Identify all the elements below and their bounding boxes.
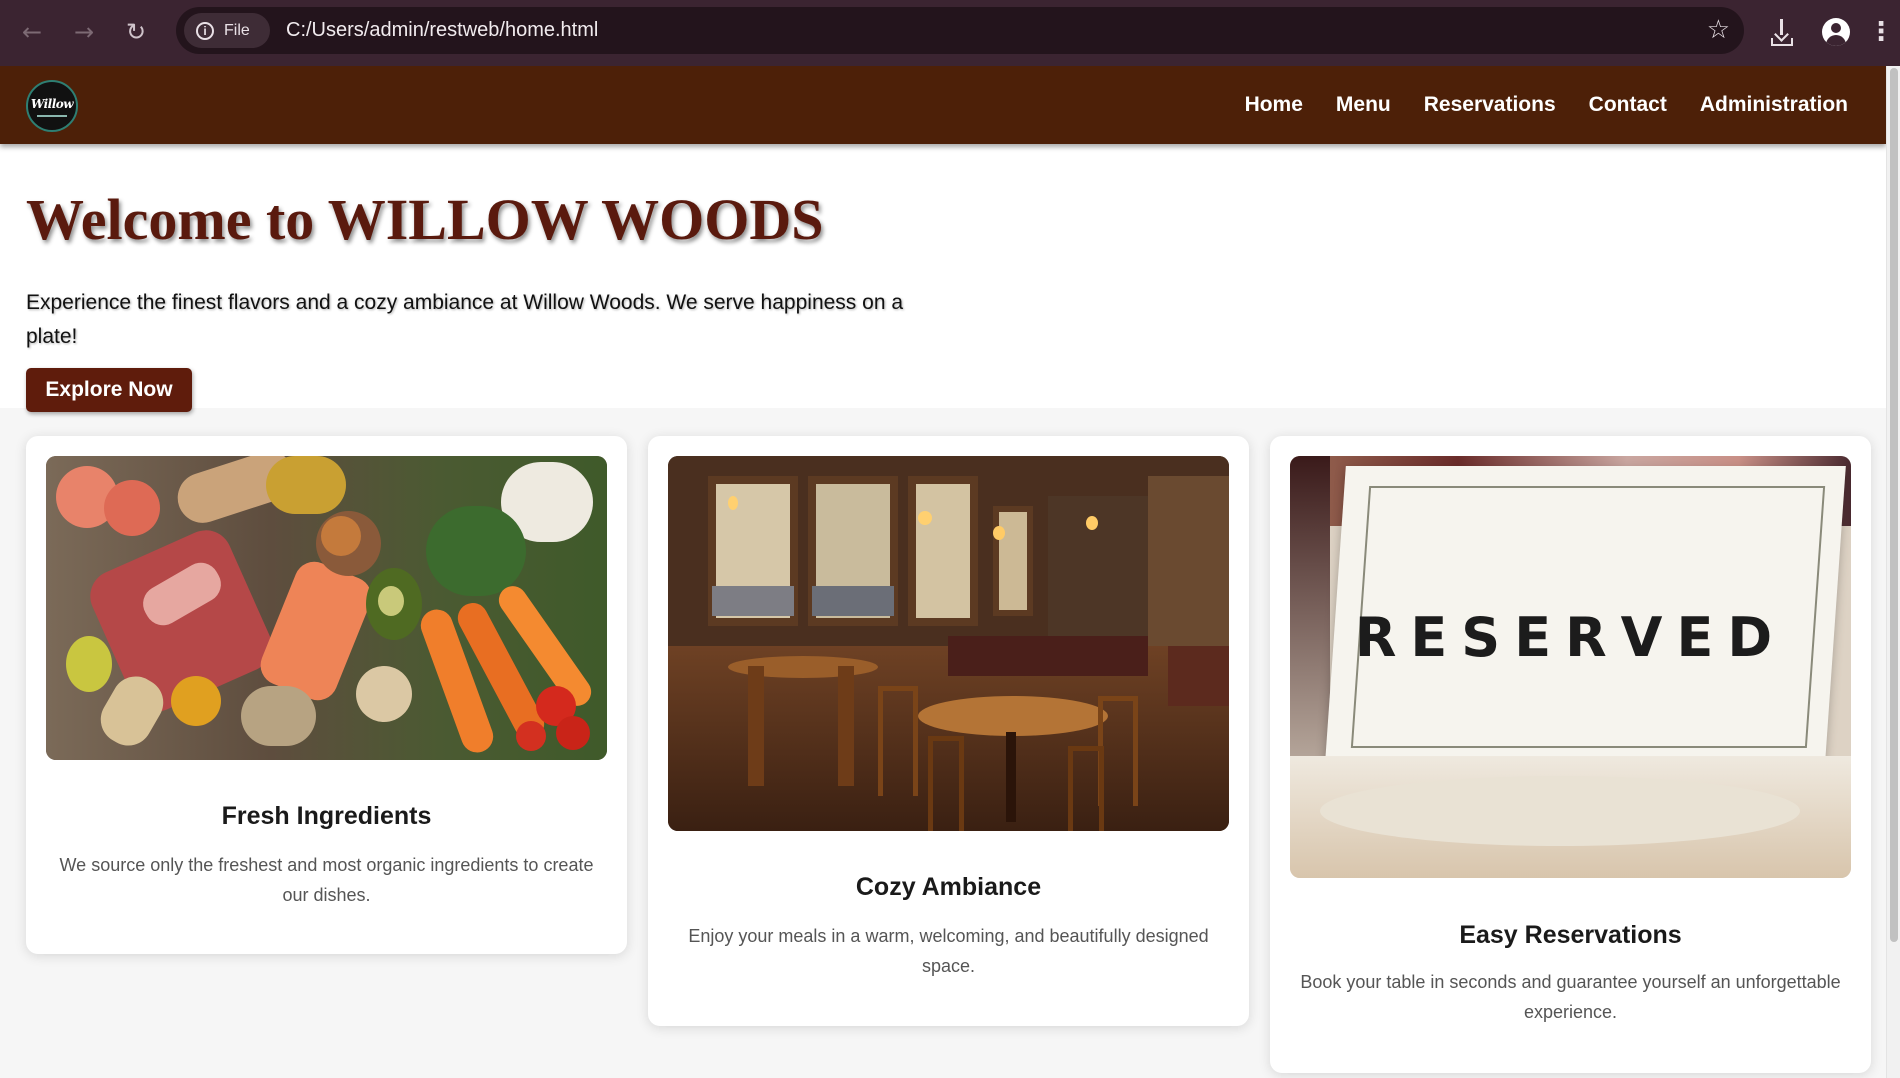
restaurant-logo[interactable]: Willow <box>26 80 78 132</box>
card-description: Book your table in seconds and guarantee… <box>1300 972 1841 1022</box>
download-icon[interactable] <box>1764 14 1800 50</box>
nav-link-home[interactable]: Home <box>1245 93 1303 117</box>
card-title: Cozy Ambiance <box>855 873 1042 901</box>
fresh-produce-photo <box>46 456 607 760</box>
card-description: We source only the freshest and most org… <box>59 855 594 905</box>
feature-card-cozy-ambiance: Cozy Ambiance Enjoy your meals in a warm… <box>648 436 1249 1026</box>
logo-wordmark: Willow <box>30 97 74 111</box>
feature-card-easy-reservations: RESERVED Easy Reservations Book your tab… <box>1270 436 1871 1073</box>
address-bar[interactable]: i File C:/Users/admin/restweb/home.html … <box>176 7 1744 54</box>
main-nav: Home Menu Reservations Contact Administr… <box>1245 66 1848 144</box>
card-title: Fresh Ingredients <box>221 802 432 830</box>
browser-menu-icon[interactable]: ⋮ <box>1868 14 1894 50</box>
info-icon: i <box>196 22 214 40</box>
site-navbar: Willow Home Menu Reservations Contact Ad… <box>0 66 1886 144</box>
hero-section: Welcome to WILLOW WOODS Experience the f… <box>0 144 1886 412</box>
restaurant-interior-photo <box>668 456 1229 831</box>
site-info-chip[interactable]: i File <box>184 13 270 48</box>
profile-avatar-icon[interactable] <box>1822 18 1850 46</box>
site-info-label: File <box>224 22 250 39</box>
url-text[interactable]: C:/Users/admin/restweb/home.html <box>286 7 598 54</box>
card-title: Easy Reservations <box>1459 921 1682 949</box>
back-arrow-icon[interactable]: ← <box>14 14 50 50</box>
explore-now-button[interactable]: Explore Now <box>26 368 192 412</box>
browser-toolbar: ← → ↻ i File C:/Users/admin/restweb/home… <box>0 0 1900 66</box>
reserved-sign-text: RESERVED <box>1354 606 1787 669</box>
nav-link-reservations[interactable]: Reservations <box>1424 93 1556 117</box>
page-viewport: Willow Home Menu Reservations Contact Ad… <box>0 66 1886 1078</box>
forward-arrow-icon[interactable]: → <box>66 14 102 50</box>
nav-link-administration[interactable]: Administration <box>1700 93 1848 117</box>
page-scrollbar[interactable] <box>1886 66 1900 1078</box>
feature-card-fresh-ingredients: Fresh Ingredients We source only the fre… <box>26 436 627 954</box>
reload-icon[interactable]: ↻ <box>118 14 154 50</box>
nav-link-menu[interactable]: Menu <box>1336 93 1391 117</box>
bookmark-star-icon[interactable]: ☆ <box>1707 15 1730 45</box>
nav-link-contact[interactable]: Contact <box>1589 93 1667 117</box>
hero-title: Welcome to WILLOW WOODS <box>26 187 824 252</box>
card-description: Enjoy your meals in a warm, welcoming, a… <box>688 926 1209 976</box>
hero-tagline: Experience the finest flavors and a cozy… <box>26 291 904 348</box>
scrollbar-thumb[interactable] <box>1890 68 1898 942</box>
reserved-sign-photo: RESERVED <box>1290 456 1851 878</box>
